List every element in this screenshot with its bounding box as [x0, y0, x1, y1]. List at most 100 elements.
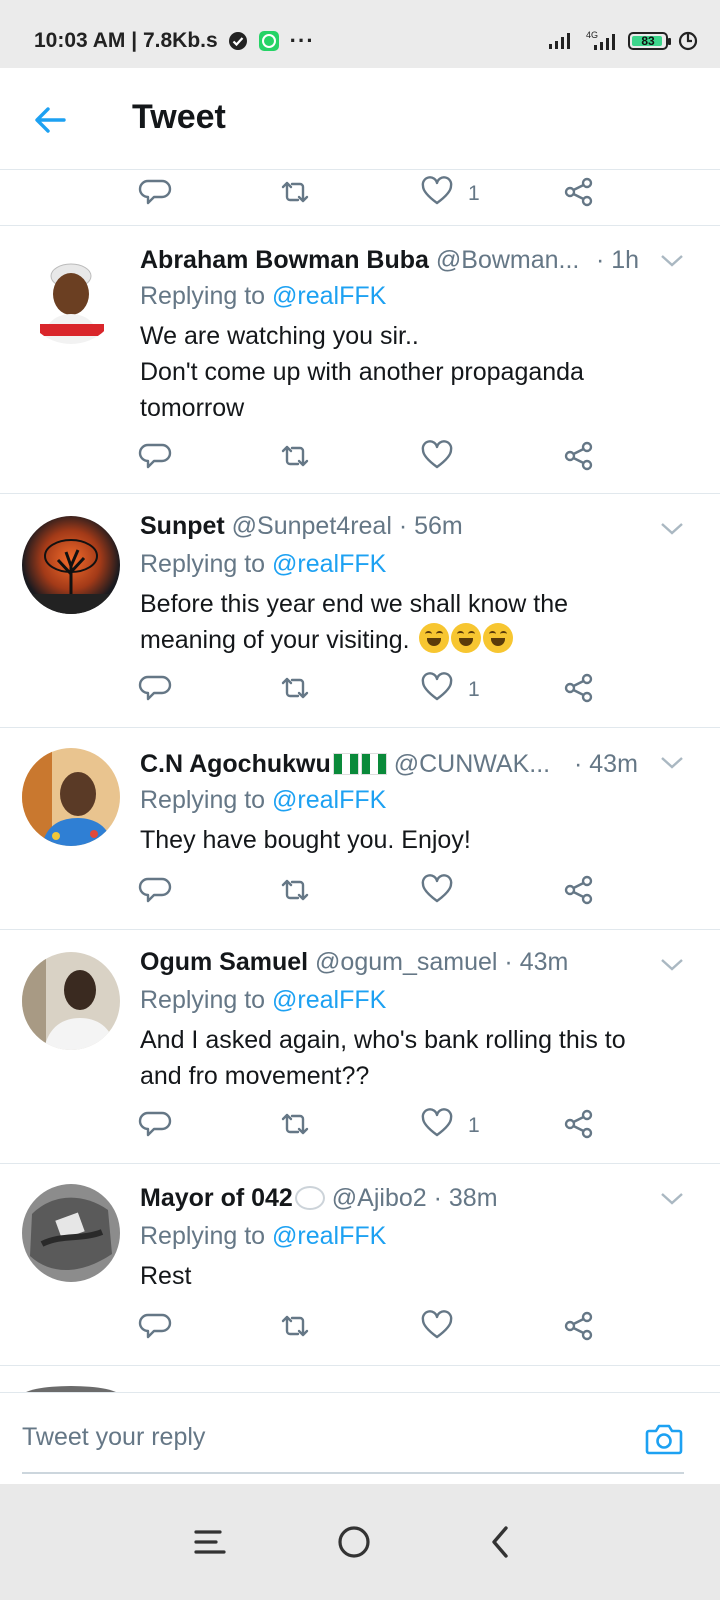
- share-button[interactable]: [562, 1106, 596, 1146]
- author-handle[interactable]: @CUNWAK...: [394, 750, 550, 778]
- home-icon[interactable]: [334, 1522, 374, 1562]
- chevron-down-icon[interactable]: [658, 250, 686, 270]
- back-arrow-icon[interactable]: [30, 100, 70, 140]
- share-button[interactable]: [562, 174, 596, 214]
- retweet-button[interactable]: [278, 1308, 312, 1348]
- tweet-text: Before this year end we shall know the m…: [140, 586, 680, 658]
- reply-icon: [138, 175, 172, 214]
- tweet-item[interactable]: Mayor of 042 @Ajibo2 · 38m Replying to @…: [0, 1164, 720, 1366]
- tweet-text-line: We are watching you sir..: [140, 322, 419, 350]
- like-icon: [420, 1309, 454, 1348]
- share-icon: [562, 671, 596, 710]
- reply-button[interactable]: [138, 174, 172, 214]
- chevron-down-icon[interactable]: [658, 752, 686, 772]
- tweet-text: We are watching you sir.. Don't come up …: [140, 318, 680, 426]
- reply-icon: [138, 671, 172, 710]
- author-name[interactable]: Sunpet: [140, 512, 225, 540]
- replying-to: Replying to @realFFK: [140, 280, 386, 312]
- more-notifications-icon: ···: [289, 28, 315, 53]
- chevron-down-icon[interactable]: [658, 518, 686, 538]
- like-icon: [420, 439, 454, 478]
- back-icon[interactable]: [482, 1522, 522, 1562]
- share-button[interactable]: [562, 872, 596, 912]
- author-handle[interactable]: @Bowman...: [436, 246, 579, 274]
- tweet-text-line: Before this year end we shall know the: [140, 590, 569, 618]
- retweet-button[interactable]: [278, 174, 312, 214]
- retweet-button[interactable]: [278, 670, 312, 710]
- share-button[interactable]: [562, 1308, 596, 1348]
- tweet-item[interactable]: C.N Agochukwu @CUNWAK... · 43m Replying …: [0, 728, 720, 930]
- author-name[interactable]: Mayor of 042: [140, 1184, 293, 1212]
- mention-link[interactable]: @realFFK: [272, 1222, 386, 1250]
- laughing-emoji-icon: [450, 623, 481, 653]
- share-icon: [562, 439, 596, 478]
- like-count: 1: [468, 182, 480, 205]
- tweet-actions: 1: [138, 670, 658, 710]
- replying-label: Replying to: [140, 786, 266, 814]
- avatar[interactable]: [22, 748, 120, 846]
- retweet-icon: [278, 1309, 312, 1348]
- retweet-button[interactable]: [278, 872, 312, 912]
- retweet-button[interactable]: [278, 1106, 312, 1146]
- battery-level: 83: [641, 34, 655, 48]
- tweet-actions: [138, 438, 658, 478]
- tweet-item[interactable]: Sunpet @Sunpet4real · 56m Replying to @r…: [0, 494, 720, 728]
- replying-to: Replying to @realFFK: [140, 984, 386, 1016]
- like-button[interactable]: 1: [420, 1106, 480, 1146]
- reply-button[interactable]: [138, 670, 172, 710]
- author-name[interactable]: C.N Agochukwu: [140, 750, 331, 778]
- retweet-icon: [278, 671, 312, 710]
- author-handle[interactable]: @Sunpet4real: [232, 512, 392, 540]
- author-handle[interactable]: @ogum_samuel: [315, 948, 497, 976]
- chevron-down-icon[interactable]: [658, 954, 686, 974]
- author-handle[interactable]: @Ajibo2: [332, 1184, 427, 1212]
- laughing-emoji-icon: [418, 623, 449, 653]
- menu-icon[interactable]: [190, 1522, 230, 1562]
- tweet-text-line: And I asked again, who's bank rolling th…: [140, 1026, 626, 1054]
- tweet-text-line-wrap: meaning of your visiting.: [140, 622, 680, 658]
- retweet-button[interactable]: [278, 438, 312, 478]
- reply-button[interactable]: [138, 872, 172, 912]
- tweet-actions: 1: [138, 174, 658, 214]
- share-icon: [562, 873, 596, 912]
- tweet-time: · 1h: [596, 246, 640, 274]
- mention-link[interactable]: @realFFK: [272, 986, 386, 1014]
- avatar[interactable]: [22, 516, 120, 614]
- charging-icon: [678, 31, 698, 51]
- mention-link[interactable]: @realFFK: [272, 282, 386, 310]
- avatar[interactable]: [22, 952, 120, 1050]
- avatar[interactable]: [22, 246, 120, 344]
- replying-to: Replying to @realFFK: [140, 784, 386, 816]
- reply-composer[interactable]: Tweet your reply: [0, 1392, 720, 1484]
- author-name[interactable]: Abraham Bowman Buba: [140, 246, 429, 274]
- like-button[interactable]: [420, 872, 454, 912]
- tweet-item[interactable]: Abraham Bowman Buba @Bowman... · 1h Repl…: [0, 226, 720, 494]
- mention-link[interactable]: @realFFK: [272, 786, 386, 814]
- reply-input[interactable]: Tweet your reply: [22, 1423, 205, 1452]
- reply-button[interactable]: [138, 438, 172, 478]
- like-button[interactable]: 1: [420, 670, 480, 710]
- author-name[interactable]: Ogum Samuel: [140, 948, 308, 976]
- reply-icon: [138, 873, 172, 912]
- page-title: Tweet: [132, 98, 226, 136]
- avatar[interactable]: [22, 1184, 120, 1282]
- reply-icon: [138, 1107, 172, 1146]
- like-button[interactable]: [420, 1308, 454, 1348]
- share-icon: [562, 1309, 596, 1348]
- verified-status-icon: [228, 31, 248, 51]
- share-icon: [562, 175, 596, 214]
- camera-icon[interactable]: [644, 1419, 684, 1459]
- tweet-item[interactable]: Ogum Samuel @ogum_samuel · 43m Replying …: [0, 930, 720, 1164]
- like-button[interactable]: [420, 438, 454, 478]
- chevron-down-icon[interactable]: [658, 1188, 686, 1208]
- share-button[interactable]: [562, 438, 596, 478]
- tweet-actions: [138, 1308, 658, 1348]
- tweet-text-line: and fro movement??: [140, 1062, 370, 1090]
- reply-icon: [138, 1309, 172, 1348]
- share-button[interactable]: [562, 670, 596, 710]
- reply-button[interactable]: [138, 1308, 172, 1348]
- reply-button[interactable]: [138, 1106, 172, 1146]
- like-button[interactable]: 1: [420, 174, 480, 214]
- mention-link[interactable]: @realFFK: [272, 550, 386, 578]
- like-icon: [420, 175, 454, 214]
